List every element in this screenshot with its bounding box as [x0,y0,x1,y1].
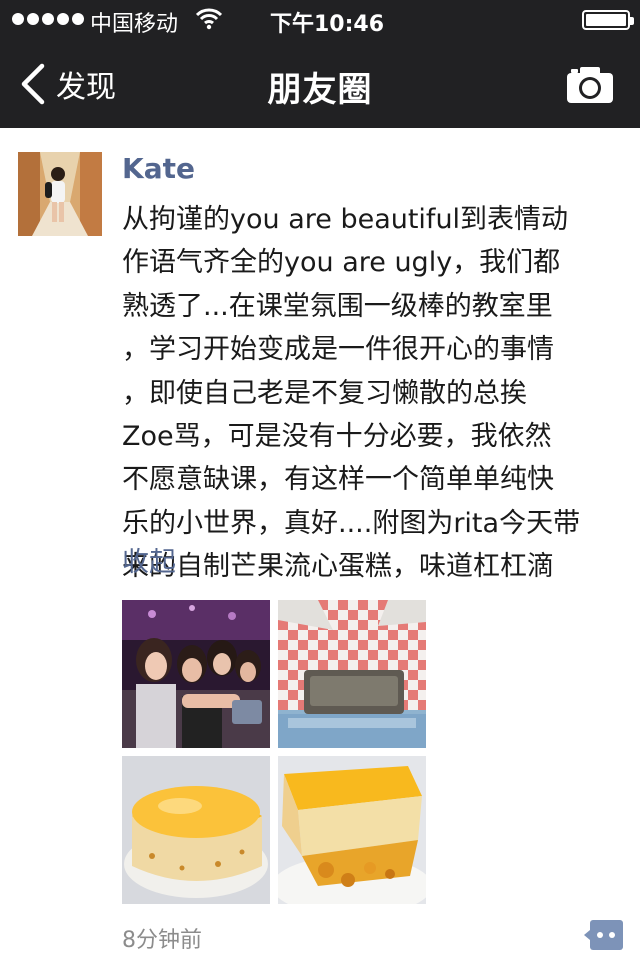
carrier-name: 中国移动 [90,12,179,37]
post-text-line: 作语气齐全的you are ugly，我们都 [122,247,561,279]
status-bar: 中国移动 下午10:46 [0,0,640,40]
post-text: 从拘谨的you are beautiful到表情动 作语气齐全的you are … [122,198,622,589]
status-time: 下午10:46 [270,12,385,37]
user-avatar[interactable] [18,152,102,236]
post-photo-cake-box[interactable] [278,600,426,748]
battery-icon [582,10,634,30]
wifi-icon [196,8,222,30]
post-author-name[interactable]: Kate [122,152,195,185]
page-title: 朋友圈 [267,70,373,110]
post-text-line: ，即使自己老是不复习懒散的总挨 [122,377,527,409]
post-text-line: 从拘谨的you are beautiful到表情动 [122,204,569,235]
post-photo-cake-slice[interactable] [278,756,426,904]
post-text-line: 熟透了...在课堂氛围一级棒的教室里 [122,290,553,322]
post-photo-mango-cake[interactable] [122,756,270,904]
post-text-line: 乐的小世界，真好....附图为rita今天带 [122,507,581,539]
post-text-line: ，学习开始变成是一件很开心的事情 [122,334,554,366]
post-photo-group-selfie[interactable] [122,600,270,748]
comment-bubble-icon[interactable] [584,918,624,952]
post-timestamp: 8分钟前 [122,928,202,953]
post-text-line: Zoe骂，可是没有十分必要，我依然 [122,420,552,452]
post-text-line: 来的自制芒果流心蛋糕，味道杠杠滴 [122,551,554,583]
camera-icon[interactable] [566,66,614,104]
top-bar: 中国移动 下午10:46 发现 朋友圈 [0,0,640,128]
post-text-line: 不愿意缺课，有这样一个简单单纯快 [122,464,554,496]
navigation-bar: 发现 朋友圈 [0,40,640,128]
avatar-photo [18,152,102,236]
signal-strength-icon [12,13,84,25]
collapse-text-link[interactable]: 收起 [122,540,176,579]
